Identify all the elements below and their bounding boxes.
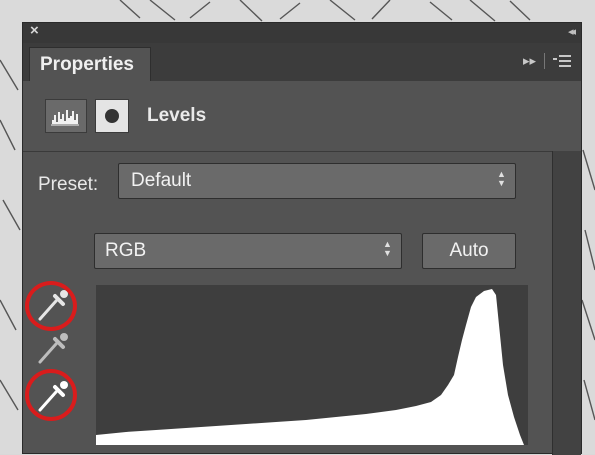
- preset-label: Preset:: [38, 174, 99, 195]
- levels-histogram: [96, 285, 528, 445]
- preset-value: Default: [131, 170, 192, 191]
- highlight-circle: [25, 369, 77, 421]
- panel-content: Preset: Default ▲ ▼ RGB ▲ ▼ Auto: [22, 22, 582, 454]
- channel-dropdown[interactable]: RGB ▲ ▼: [94, 233, 402, 269]
- dropdown-arrows-icon: ▲ ▼: [383, 239, 392, 258]
- histogram-graph: [96, 289, 524, 445]
- channel-value: RGB: [105, 240, 147, 261]
- preset-dropdown[interactable]: Default ▲ ▼: [118, 163, 516, 199]
- auto-button[interactable]: Auto: [422, 233, 516, 269]
- highlight-circle: [25, 281, 77, 331]
- dropdown-arrows-icon: ▲ ▼: [497, 169, 506, 188]
